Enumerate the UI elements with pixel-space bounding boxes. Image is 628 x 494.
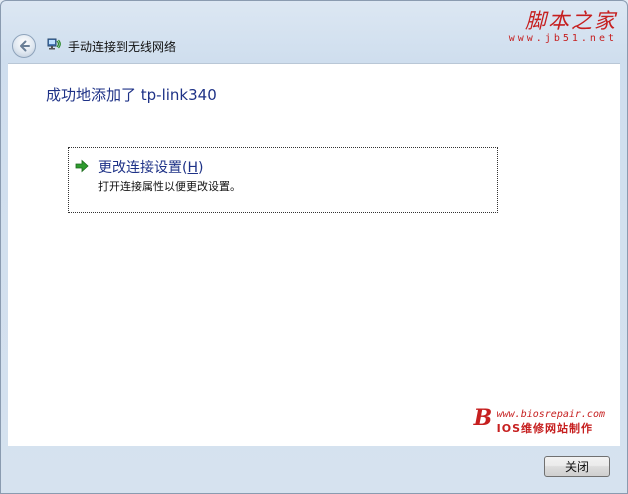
watermark-bios-url: www.biosrepair.com <box>496 409 605 420</box>
task-title-access-key: H <box>187 160 198 176</box>
watermark-bios-letter: B <box>473 405 493 431</box>
watermark-top: 脚本之家 www.jb51.net <box>509 5 617 44</box>
watermark-bios-text: IOS维修网站制作 <box>497 420 605 436</box>
watermark-url: www.jb51.net <box>508 33 617 44</box>
change-connection-settings-link[interactable]: 更改连接设置(H) 打开连接属性以便更改设置。 <box>68 147 498 213</box>
watermark-bottom: B www.biosrepair.com IOS维修网站制作 <box>474 405 605 436</box>
dialog-window: 手动连接到无线网络 脚本之家 www.jb51.net 成功地添加了 tp-li… <box>0 0 628 494</box>
task-title-suffix: ) <box>198 160 204 176</box>
task-title: 更改连接设置(H) <box>98 157 203 177</box>
content-panel: 成功地添加了 tp-link340 更改连接设置(H) 打开连接属性以便更改设置… <box>8 63 620 446</box>
back-arrow-icon <box>20 40 30 52</box>
watermark-bios-cn: 维修网站制作 <box>521 422 593 435</box>
wireless-network-icon <box>47 38 61 50</box>
watermark-bios-prefix: IOS <box>496 422 521 435</box>
success-heading: 成功地添加了 tp-link340 <box>46 86 217 104</box>
footer-bar: 关闭 <box>8 446 620 486</box>
green-arrow-icon <box>75 159 89 173</box>
watermark-title: 脚本之家 <box>525 9 617 33</box>
task-description: 打开连接属性以便更改设置。 <box>98 180 241 193</box>
back-button[interactable] <box>12 34 36 58</box>
window-title: 手动连接到无线网络 <box>68 40 177 54</box>
close-button[interactable]: 关闭 <box>544 456 610 477</box>
title-bar: 手动连接到无线网络 脚本之家 www.jb51.net <box>1 1 627 63</box>
task-title-prefix: 更改连接设置( <box>98 160 188 176</box>
